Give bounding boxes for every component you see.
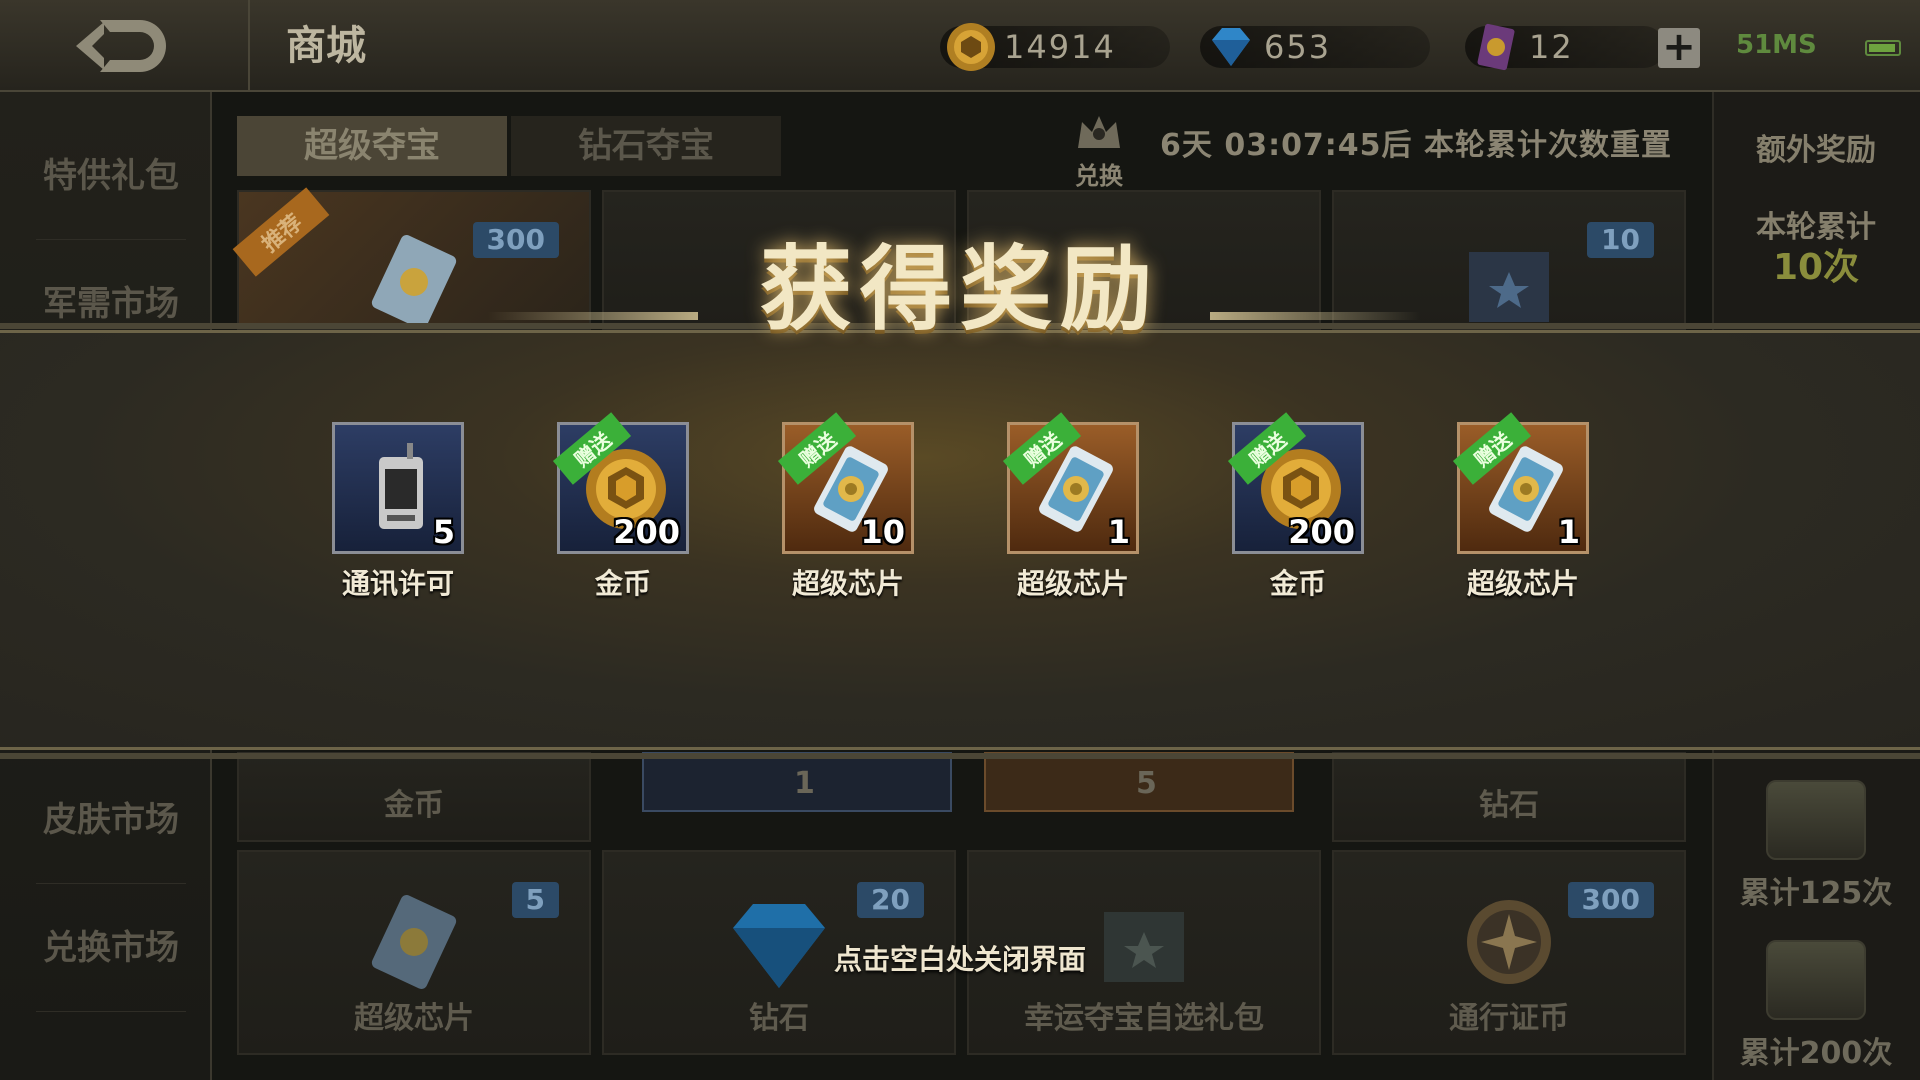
top-bar: 商城 14914 653 12 + 51MS bbox=[0, 0, 1920, 92]
diamond-value: 653 bbox=[1264, 28, 1332, 66]
gold-coin-icon bbox=[947, 23, 995, 71]
reward-count: 200 bbox=[1288, 513, 1355, 551]
shop-card[interactable]: 5 bbox=[984, 752, 1294, 812]
milestone-label: 累计200次 bbox=[1739, 1036, 1893, 1071]
quantity-badge: 5 bbox=[511, 882, 559, 918]
reward-name: 金币 bbox=[1269, 567, 1326, 600]
exchange-crown-icon bbox=[1078, 116, 1120, 148]
ticket-balance: 12 bbox=[1465, 23, 1665, 71]
shop-card[interactable]: 钻石 bbox=[1332, 752, 1686, 842]
item-name: 金币 bbox=[384, 788, 444, 823]
reward-tile: 赠送 1 bbox=[1002, 412, 1139, 554]
reward-title: 获得奖励 bbox=[759, 236, 1160, 343]
treasure-chest-icon bbox=[1766, 780, 1866, 860]
reward-item[interactable]: 5 通讯许可 bbox=[332, 422, 468, 602]
reward-tile: 赠送 10 bbox=[777, 412, 914, 554]
reward-name: 金币 bbox=[594, 567, 651, 600]
item-name: 超级芯片 bbox=[354, 1001, 474, 1036]
reward-name: 超级芯片 bbox=[791, 567, 904, 600]
reward-count: 10 bbox=[860, 513, 905, 551]
milestone-label: 累计125次 bbox=[1739, 876, 1893, 911]
reward-name: 通讯许可 bbox=[341, 567, 454, 600]
reward-tile: 赠送 1 bbox=[1452, 412, 1589, 554]
reward-item[interactable]: 赠送 10 超级芯片 bbox=[777, 412, 918, 602]
add-currency-button[interactable]: + bbox=[1658, 27, 1700, 68]
reward-count: 1 bbox=[1107, 513, 1130, 551]
diamond-balance: 653 bbox=[1200, 26, 1430, 68]
back-button[interactable] bbox=[70, 14, 180, 78]
diamond-icon bbox=[1212, 28, 1250, 66]
sidebar-item-skin-market[interactable]: 皮肤市场 bbox=[36, 756, 186, 884]
coin-value: 14914 bbox=[1004, 28, 1116, 66]
close-hint[interactable]: 点击空白处关闭界面 bbox=[0, 938, 1920, 978]
reward-item[interactable]: 赠送 1 超级芯片 bbox=[1452, 412, 1593, 602]
reward-count: 200 bbox=[613, 513, 680, 551]
reward-tile: 赠送 200 bbox=[552, 412, 689, 554]
exchange-label: 兑换 bbox=[1075, 162, 1123, 190]
ticket-value: 12 bbox=[1529, 28, 1574, 66]
quantity-badge: 20 bbox=[857, 882, 924, 918]
reward-tile: 赠送 200 bbox=[1227, 412, 1364, 554]
item-count: 5 bbox=[1136, 766, 1157, 801]
reward-item[interactable]: 赠送 1 超级芯片 bbox=[1002, 412, 1143, 602]
milestone-125[interactable]: 累计125次 bbox=[1712, 780, 1920, 912]
coin-balance: 14914 bbox=[940, 23, 1170, 71]
reward-item[interactable]: 赠送 200 金币 bbox=[552, 412, 693, 602]
tab-diamond-treasure[interactable]: 钻石夺宝 bbox=[511, 116, 781, 176]
reward-name: 超级芯片 bbox=[1466, 567, 1579, 600]
shop-card[interactable]: 金币 bbox=[237, 752, 591, 842]
back-arrow-icon bbox=[76, 20, 166, 72]
quantity-badge: 300 bbox=[1567, 882, 1654, 918]
reward-item[interactable]: 赠送 200 金币 bbox=[1227, 412, 1368, 602]
item-name: 钻石 bbox=[749, 1001, 809, 1036]
ticket-card-icon bbox=[1477, 23, 1515, 71]
network-latency: 51MS bbox=[1736, 30, 1817, 60]
item-count: 1 bbox=[794, 766, 815, 801]
reset-timer: 6天 03:07:45后 本轮累计次数重置 bbox=[1160, 128, 1673, 163]
shop-card[interactable]: 1 bbox=[642, 752, 952, 812]
item-name: 幸运夺宝自选礼包 bbox=[1024, 1001, 1264, 1036]
extra-reward-title: 额外奖励 bbox=[1756, 133, 1876, 168]
reward-count: 5 bbox=[432, 513, 455, 551]
reward-overlay-band bbox=[0, 323, 1920, 759]
exchange-button[interactable]: 兑换 bbox=[1068, 108, 1130, 190]
item-name: 钻石 bbox=[1479, 788, 1539, 823]
reward-tile: 5 bbox=[332, 422, 464, 554]
item-name: 通行证币 bbox=[1449, 1001, 1569, 1036]
page-title: 商城 bbox=[248, 0, 366, 92]
reward-count: 1 bbox=[1557, 513, 1580, 551]
tab-super-treasure[interactable]: 超级夺宝 bbox=[237, 116, 507, 176]
battery-icon bbox=[1865, 40, 1901, 56]
reward-name: 超级芯片 bbox=[1016, 567, 1129, 600]
